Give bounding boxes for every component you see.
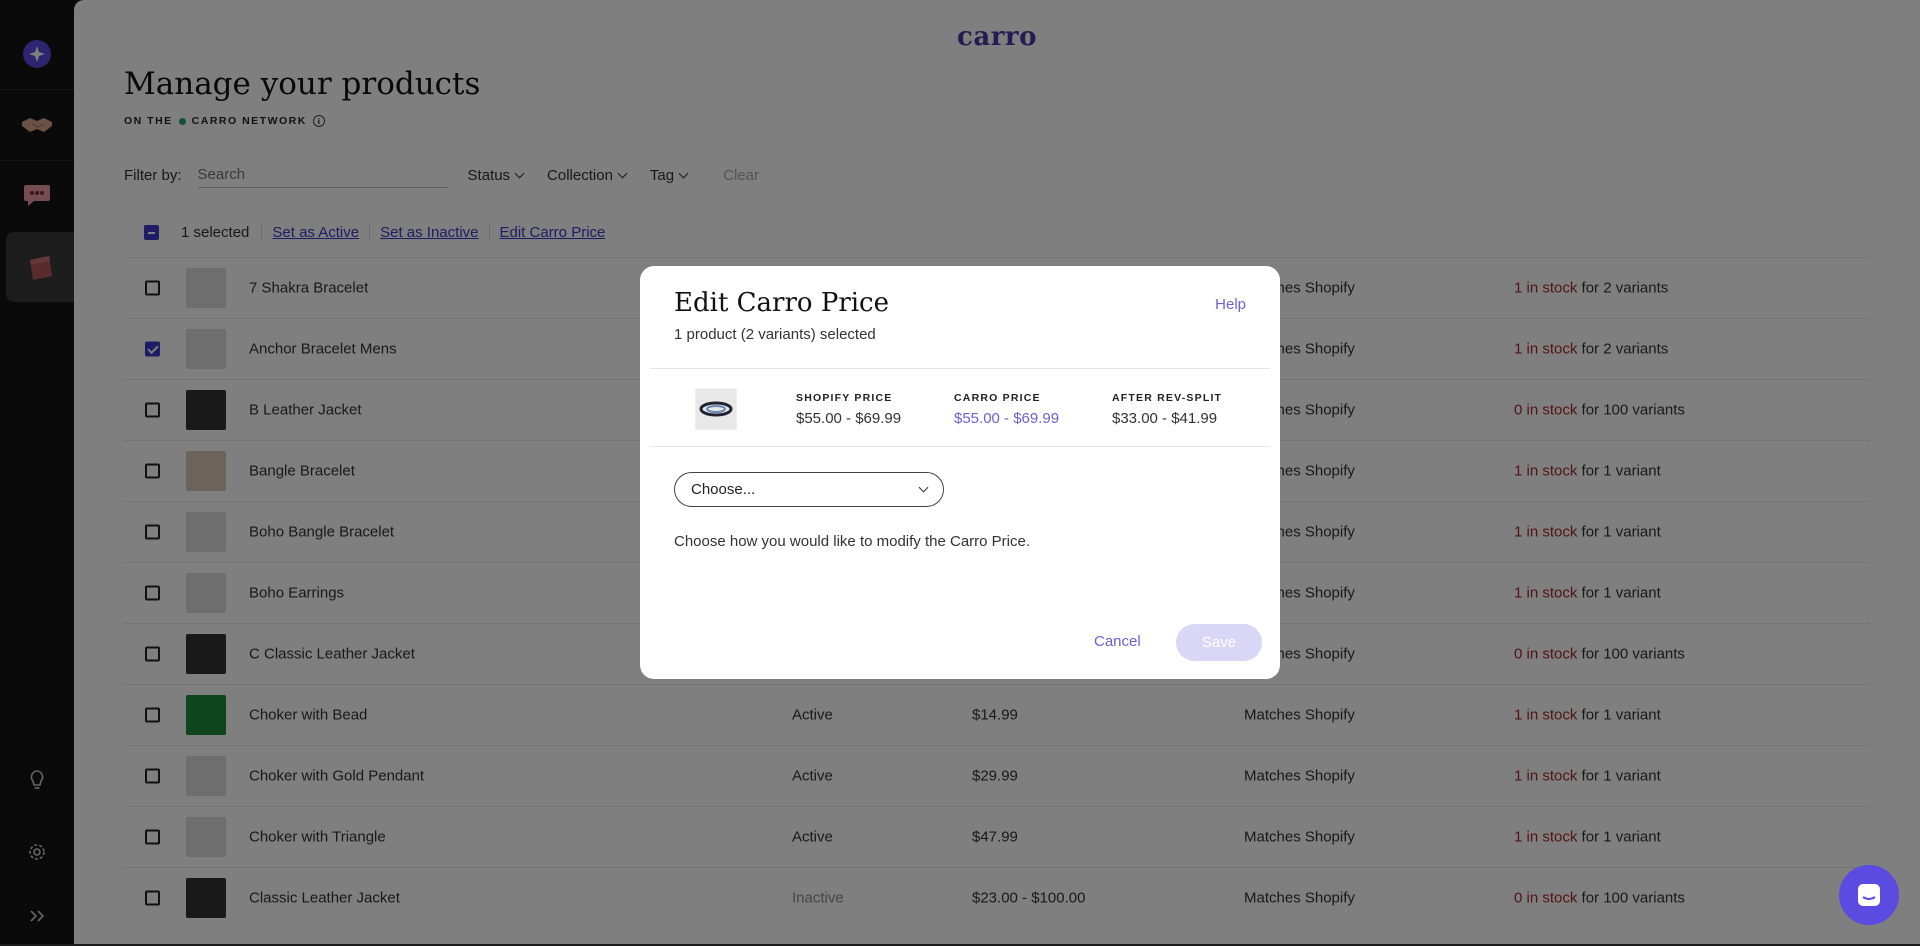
rev-split-value: $33.00 - $41.99 — [1112, 410, 1218, 427]
price-modification-select[interactable]: Choose... — [674, 472, 944, 507]
save-button[interactable]: Save — [1176, 624, 1262, 661]
carro-price-value: $55.00 - $69.99 — [954, 410, 1060, 427]
select-value: Choose... — [691, 481, 756, 498]
modal-subtitle: 1 product (2 variants) selected — [674, 326, 876, 343]
divider — [650, 368, 1270, 369]
cancel-button[interactable]: Cancel — [1094, 633, 1141, 650]
chat-icon — [1858, 884, 1880, 906]
shopify-price-column: SHOPIFY PRICE $55.00 - $69.99 — [796, 392, 901, 427]
carro-price-label: CARRO PRICE — [954, 392, 1041, 404]
product-thumbnail — [695, 388, 737, 430]
rev-split-column: AFTER REV-SPLIT $33.00 - $41.99 — [1112, 392, 1222, 427]
shopify-price-value: $55.00 - $69.99 — [796, 410, 902, 427]
chevron-down-icon — [918, 482, 929, 493]
chat-launcher-button[interactable] — [1839, 865, 1899, 925]
help-link[interactable]: Help — [1215, 296, 1246, 313]
divider — [650, 446, 1270, 447]
modal-description: Choose how you would like to modify the … — [674, 533, 1031, 550]
carro-price-column: CARRO PRICE $55.00 - $69.99 — [954, 392, 1059, 427]
rev-split-label: AFTER REV-SPLIT — [1112, 392, 1223, 404]
shopify-price-label: SHOPIFY PRICE — [796, 392, 893, 404]
edit-carro-price-modal: Edit Carro Price 1 product (2 variants) … — [640, 266, 1280, 679]
modal-title: Edit Carro Price — [674, 288, 890, 318]
